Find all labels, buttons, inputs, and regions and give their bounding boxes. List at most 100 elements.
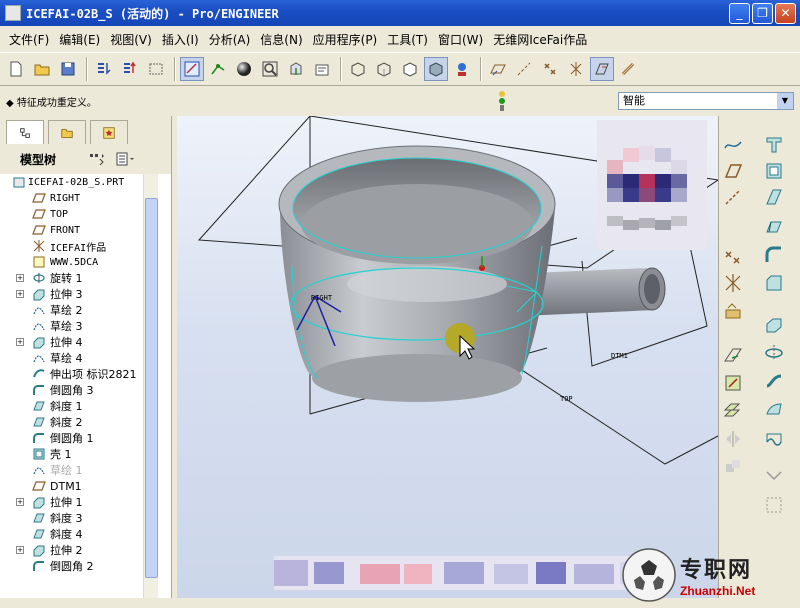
shaded-icon[interactable] <box>424 57 448 81</box>
expand-toggle-icon[interactable]: + <box>16 498 24 506</box>
chain-link-icon[interactable] <box>616 57 640 81</box>
datum-axis-tool-icon[interactable] <box>722 186 744 208</box>
blend-tool-icon[interactable] <box>763 398 785 420</box>
datum-axes-icon[interactable] <box>512 57 536 81</box>
menu-tools[interactable]: 工具(T) <box>382 31 433 48</box>
merge-tool-icon[interactable] <box>722 456 744 478</box>
menu-applications[interactable]: 应用程序(P) <box>308 31 383 48</box>
tree-item[interactable]: ICEFAI-02B_S.PRT <box>0 174 158 190</box>
tree-scrollbar-thumb[interactable] <box>145 198 158 578</box>
maximize-button[interactable]: ❐ <box>752 2 773 24</box>
open-folder-icon[interactable] <box>30 57 54 81</box>
tree-item[interactable]: FRONT <box>0 222 158 238</box>
menu-file[interactable]: 文件(F) <box>4 31 54 48</box>
draft-tool-icon[interactable] <box>763 216 785 238</box>
menu-window[interactable]: 窗口(W) <box>433 31 488 48</box>
tree-scrollbar[interactable] <box>143 174 158 598</box>
tree-item[interactable]: 倒圆角 2 <box>0 558 158 574</box>
close-button[interactable]: ✕ <box>775 2 796 24</box>
trim-tool-icon[interactable] <box>763 466 785 488</box>
tree-item[interactable]: 斜度 4 <box>0 526 158 542</box>
datum-points-icon[interactable] <box>538 57 562 81</box>
wireframe-icon[interactable] <box>346 57 370 81</box>
filter-select[interactable]: 智能 ▼ <box>618 92 794 110</box>
shading-sphere-icon[interactable] <box>232 57 256 81</box>
tree-item[interactable]: + 旋转 1 <box>0 270 158 286</box>
expand-toggle-icon[interactable]: + <box>16 274 24 282</box>
extrude-tool-icon[interactable] <box>763 314 785 336</box>
traffic-light-icon[interactable] <box>496 90 508 112</box>
sketcher-icon[interactable] <box>180 57 204 81</box>
analysis-tool-icon[interactable] <box>722 300 744 322</box>
mirror-tool-icon[interactable] <box>722 428 744 450</box>
tree-item[interactable]: DTM1 <box>0 478 158 494</box>
datum-plane-tool-icon[interactable] <box>722 160 744 182</box>
menu-view[interactable]: 视图(V) <box>105 31 157 48</box>
round-tool-icon[interactable] <box>763 244 785 266</box>
tree-item[interactable]: 倒圆角 3 <box>0 382 158 398</box>
offset-tool-icon[interactable] <box>763 494 785 516</box>
sketch-copy-icon[interactable] <box>722 400 744 422</box>
expand-toggle-icon[interactable]: + <box>16 290 24 298</box>
sketch-edit-icon[interactable] <box>722 372 744 394</box>
zoom-window-icon[interactable] <box>258 57 282 81</box>
chevron-down-icon[interactable]: ▼ <box>777 93 793 109</box>
model-display-icon[interactable] <box>450 57 474 81</box>
tree-item[interactable]: 倒圆角 1 <box>0 430 158 446</box>
sweep-tool-icon[interactable] <box>763 370 785 392</box>
tree-item[interactable]: 斜度 1 <box>0 398 158 414</box>
hidden-line-icon[interactable] <box>372 57 396 81</box>
save-icon[interactable] <box>56 57 80 81</box>
minimize-button[interactable]: _ <box>729 2 750 24</box>
boundary-blend-icon[interactable] <box>763 426 785 448</box>
saved-views-icon[interactable] <box>310 57 334 81</box>
tab-favorites[interactable] <box>90 120 128 144</box>
expand-toggle-icon[interactable]: + <box>16 338 24 346</box>
shell-tool-icon[interactable] <box>763 160 785 182</box>
tree-item[interactable]: 壳 1 <box>0 446 158 462</box>
tree-item[interactable]: + 拉伸 4 <box>0 334 158 350</box>
tab-folder-browser[interactable] <box>48 120 86 144</box>
tree-item[interactable]: 斜度 2 <box>0 414 158 430</box>
tree-item[interactable]: TOP <box>0 206 158 222</box>
menu-edit[interactable]: 编辑(E) <box>54 31 105 48</box>
graphics-window[interactable]: RIGHT TOP DTM1 <box>177 115 720 598</box>
datum-point-tool-icon[interactable] <box>722 246 744 268</box>
tree-item[interactable]: 草绘 3 <box>0 318 158 334</box>
menu-analysis[interactable]: 分析(A) <box>204 31 256 48</box>
no-hidden-icon[interactable] <box>398 57 422 81</box>
chamfer-tool-icon[interactable] <box>763 272 785 294</box>
hole-tool-icon[interactable] <box>763 134 785 156</box>
regenerate-icon[interactable] <box>92 57 116 81</box>
reorient-icon[interactable] <box>284 57 308 81</box>
tree-columns-icon[interactable] <box>114 150 136 168</box>
rib-tool-icon[interactable] <box>763 186 785 208</box>
tab-model-tree[interactable] <box>6 120 44 144</box>
tree-item[interactable]: 伸出项 标识2821 <box>0 366 158 382</box>
sketch-tool-icon[interactable] <box>722 344 744 366</box>
selection-box-icon[interactable] <box>144 57 168 81</box>
revolve-tool-icon[interactable] <box>763 342 785 364</box>
tree-item[interactable]: ICEFAI作品 <box>0 238 158 254</box>
tree-item[interactable]: + 拉伸 1 <box>0 494 158 510</box>
datum-curve-icon[interactable] <box>722 134 744 156</box>
tree-item[interactable]: 草绘 2 <box>0 302 158 318</box>
datum-csys-tool-icon[interactable] <box>722 272 744 294</box>
menu-insert[interactable]: 插入(I) <box>157 31 204 48</box>
tree-item[interactable]: 草绘 4 <box>0 350 158 366</box>
tree-item[interactable]: 斜度 3 <box>0 510 158 526</box>
tree-item[interactable]: + 拉伸 3 <box>0 286 158 302</box>
new-file-icon[interactable] <box>4 57 28 81</box>
regen-manager-icon[interactable] <box>118 57 142 81</box>
menu-info[interactable]: 信息(N) <box>255 31 307 48</box>
tree-settings-icon[interactable] <box>86 150 108 168</box>
tree-item[interactable]: RIGHT <box>0 190 158 206</box>
tree-item[interactable]: + 拉伸 2 <box>0 542 158 558</box>
tree-item[interactable]: WWW.5DCA <box>0 254 158 270</box>
annotation-icon[interactable] <box>590 57 614 81</box>
datum-csys-icon[interactable] <box>564 57 588 81</box>
expand-toggle-icon[interactable]: + <box>16 546 24 554</box>
menu-icefai[interactable]: 无维网IceFai作品 <box>488 31 592 48</box>
tree-item[interactable]: 草绘 1 <box>0 462 158 478</box>
datum-planes-icon[interactable] <box>486 57 510 81</box>
